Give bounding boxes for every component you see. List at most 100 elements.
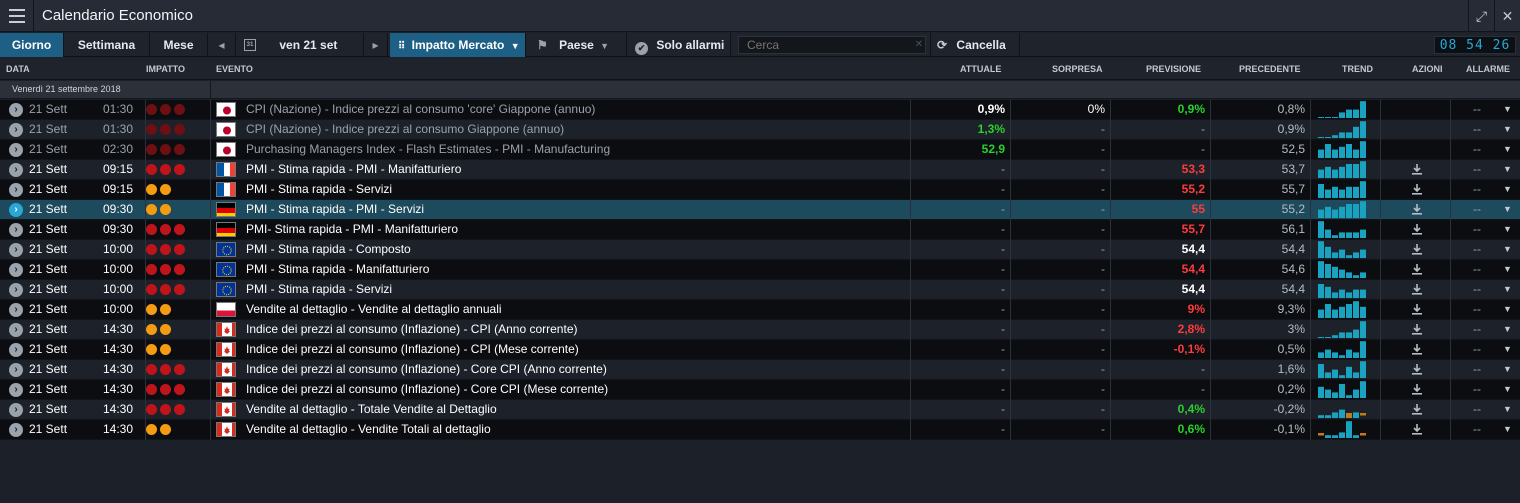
expand-row-icon[interactable]: › bbox=[9, 183, 23, 197]
chevron-down-icon[interactable]: ▼ bbox=[1503, 240, 1512, 259]
table-row[interactable]: › 21 Sett 14:30 Indice dei prezzi al consum… bbox=[0, 380, 1520, 400]
table-row[interactable]: › 21 Sett 01:30 CPI (Nazione) - Indice prez… bbox=[0, 120, 1520, 140]
expand-row-icon[interactable]: › bbox=[9, 243, 23, 257]
expand-row-icon[interactable]: › bbox=[9, 163, 23, 177]
chevron-down-icon[interactable]: ▼ bbox=[1503, 160, 1512, 179]
event-name[interactable]: Indice dei prezzi al consumo (Inflazione… bbox=[246, 360, 607, 379]
col-surprise[interactable]: SORPRESA bbox=[1052, 58, 1103, 80]
table-row[interactable]: › 21 Sett 14:30 Indice dei prezzi al consum… bbox=[0, 320, 1520, 340]
expand-row-icon[interactable]: › bbox=[9, 123, 23, 137]
expand-row-icon[interactable]: › bbox=[9, 403, 23, 417]
table-row[interactable]: › 21 Sett 10:00 PMI - Stima rapida - Serviz… bbox=[0, 280, 1520, 300]
col-actual[interactable]: ATTUALE bbox=[960, 58, 1001, 80]
chevron-down-icon[interactable]: ▼ bbox=[1503, 200, 1512, 219]
col-impact[interactable]: IMPATTO bbox=[146, 58, 185, 80]
expand-row-icon[interactable]: › bbox=[9, 223, 23, 237]
download-icon[interactable] bbox=[1410, 282, 1424, 297]
download-icon[interactable] bbox=[1410, 302, 1424, 317]
expand-row-icon[interactable]: › bbox=[9, 303, 23, 317]
download-icon[interactable] bbox=[1410, 202, 1424, 217]
event-name[interactable]: PMI- Stima rapida - PMI - Manifatturiero bbox=[246, 220, 458, 239]
expand-row-icon[interactable]: › bbox=[9, 323, 23, 337]
table-row[interactable]: › 21 Sett 14:30 Vendite al dettaglio - Tota… bbox=[0, 400, 1520, 420]
chevron-down-icon[interactable]: ▼ bbox=[1503, 280, 1512, 299]
table-row[interactable]: › 21 Sett 10:00 PMI - Stima rapida - Manifa… bbox=[0, 260, 1520, 280]
close-icon[interactable]: ✕ bbox=[1494, 0, 1520, 32]
event-name[interactable]: Vendite al dettaglio - Vendite Totali al… bbox=[246, 420, 491, 439]
event-name[interactable]: PMI - Stima rapida - PMI - Manifatturier… bbox=[246, 160, 461, 179]
expand-row-icon[interactable]: › bbox=[9, 363, 23, 377]
clear-search-icon[interactable]: ✕ bbox=[912, 33, 926, 57]
tab-day[interactable]: Giorno bbox=[0, 33, 64, 57]
impact-filter-button[interactable]: ⠿ Impatto Mercato ▼ bbox=[390, 33, 526, 57]
chevron-down-icon[interactable]: ▼ bbox=[1503, 360, 1512, 379]
expand-row-icon[interactable]: › bbox=[9, 263, 23, 277]
date-picker[interactable]: 31 ven 21 set bbox=[236, 33, 364, 57]
event-name[interactable]: Indice dei prezzi al consumo (Inflazione… bbox=[246, 380, 608, 399]
download-icon[interactable] bbox=[1410, 422, 1424, 437]
hamburger-menu-icon[interactable] bbox=[0, 0, 34, 32]
clear-button[interactable]: ⟳ Cancella bbox=[930, 33, 1020, 57]
col-event[interactable]: EVENTO bbox=[216, 58, 253, 80]
expand-icon[interactable]: ⤢ bbox=[1468, 0, 1494, 32]
expand-row-icon[interactable]: › bbox=[9, 423, 23, 437]
col-date[interactable]: DATA bbox=[6, 58, 30, 80]
event-name[interactable]: PMI - Stima rapida - Servizi bbox=[246, 180, 392, 199]
chevron-down-icon[interactable]: ▼ bbox=[1503, 120, 1512, 139]
download-icon[interactable] bbox=[1410, 382, 1424, 397]
expand-row-icon[interactable]: › bbox=[9, 203, 23, 217]
download-icon[interactable] bbox=[1410, 222, 1424, 237]
event-name[interactable]: PMI - Stima rapida - Manifatturiero bbox=[246, 260, 429, 279]
download-icon[interactable] bbox=[1410, 182, 1424, 197]
download-icon[interactable] bbox=[1410, 242, 1424, 257]
event-name[interactable]: CPI (Nazione) - Indice prezzi al consumo… bbox=[246, 100, 595, 119]
chevron-down-icon[interactable]: ▼ bbox=[1503, 380, 1512, 399]
search-input[interactable] bbox=[738, 36, 926, 54]
next-date-icon[interactable]: ▸ bbox=[364, 33, 388, 57]
table-row[interactable]: › 21 Sett 14:30 Indice dei prezzi al consum… bbox=[0, 360, 1520, 380]
event-name[interactable]: Vendite al dettaglio - Totale Vendite al… bbox=[246, 400, 497, 419]
expand-row-icon[interactable]: › bbox=[9, 343, 23, 357]
download-icon[interactable] bbox=[1410, 162, 1424, 177]
event-name[interactable]: Purchasing Managers Index - Flash Estima… bbox=[246, 140, 610, 159]
chevron-down-icon[interactable]: ▼ bbox=[1503, 220, 1512, 239]
download-icon[interactable] bbox=[1410, 402, 1424, 417]
col-forecast[interactable]: PREVISIONE bbox=[1146, 58, 1201, 80]
table-row[interactable]: › 21 Sett 10:00 PMI - Stima rapida - Compos… bbox=[0, 240, 1520, 260]
chevron-down-icon[interactable]: ▼ bbox=[1503, 400, 1512, 419]
expand-row-icon[interactable]: › bbox=[9, 283, 23, 297]
col-previous[interactable]: PRECEDENTE bbox=[1239, 58, 1301, 80]
chevron-down-icon[interactable]: ▼ bbox=[1503, 260, 1512, 279]
event-name[interactable]: Indice dei prezzi al consumo (Inflazione… bbox=[246, 320, 577, 339]
chevron-down-icon[interactable]: ▼ bbox=[1503, 340, 1512, 359]
expand-row-icon[interactable]: › bbox=[9, 103, 23, 117]
event-name[interactable]: Indice dei prezzi al consumo (Inflazione… bbox=[246, 340, 579, 359]
alarms-only-toggle[interactable]: ✔ Solo allarmi bbox=[627, 33, 731, 57]
tab-month[interactable]: Mese bbox=[150, 33, 208, 57]
chevron-down-icon[interactable]: ▼ bbox=[1503, 300, 1512, 319]
table-row[interactable]: › 21 Sett 02:30 Purchasing Managers Index -… bbox=[0, 140, 1520, 160]
event-name[interactable]: Vendite al dettaglio - Vendite al dettag… bbox=[246, 300, 502, 319]
expand-row-icon[interactable]: › bbox=[9, 143, 23, 157]
chevron-down-icon[interactable]: ▼ bbox=[1503, 140, 1512, 159]
event-name[interactable]: PMI - Stima rapida - Servizi bbox=[246, 280, 392, 299]
tab-week[interactable]: Settimana bbox=[64, 33, 150, 57]
chevron-down-icon[interactable]: ▼ bbox=[1503, 100, 1512, 119]
event-name[interactable]: PMI - Stima rapida - Composto bbox=[246, 240, 411, 259]
country-filter-button[interactable]: ⚑ Paese ▼ bbox=[527, 33, 627, 57]
prev-date-icon[interactable]: ◂ bbox=[208, 33, 236, 57]
table-row[interactable]: › 21 Sett 14:30 Vendite al dettaglio - Vend… bbox=[0, 420, 1520, 440]
download-icon[interactable] bbox=[1410, 362, 1424, 377]
download-icon[interactable] bbox=[1410, 322, 1424, 337]
chevron-down-icon[interactable]: ▼ bbox=[1503, 320, 1512, 339]
event-name[interactable]: CPI (Nazione) - Indice prezzi al consumo… bbox=[246, 120, 564, 139]
expand-row-icon[interactable]: › bbox=[9, 383, 23, 397]
table-row[interactable]: › 21 Sett 09:30 PMI- Stima rapida - PMI - M… bbox=[0, 220, 1520, 240]
chevron-down-icon[interactable]: ▼ bbox=[1503, 420, 1512, 439]
table-row[interactable]: › 21 Sett 14:30 Indice dei prezzi al consum… bbox=[0, 340, 1520, 360]
download-icon[interactable] bbox=[1410, 262, 1424, 277]
event-name[interactable]: PMI - Stima rapida - PMI - Servizi bbox=[246, 200, 424, 219]
download-icon[interactable] bbox=[1410, 342, 1424, 357]
table-row[interactable]: › 21 Sett 09:30 PMI - Stima rapida - PMI - … bbox=[0, 200, 1520, 220]
table-row[interactable]: › 21 Sett 01:30 CPI (Nazione) - Indice prez… bbox=[0, 100, 1520, 120]
